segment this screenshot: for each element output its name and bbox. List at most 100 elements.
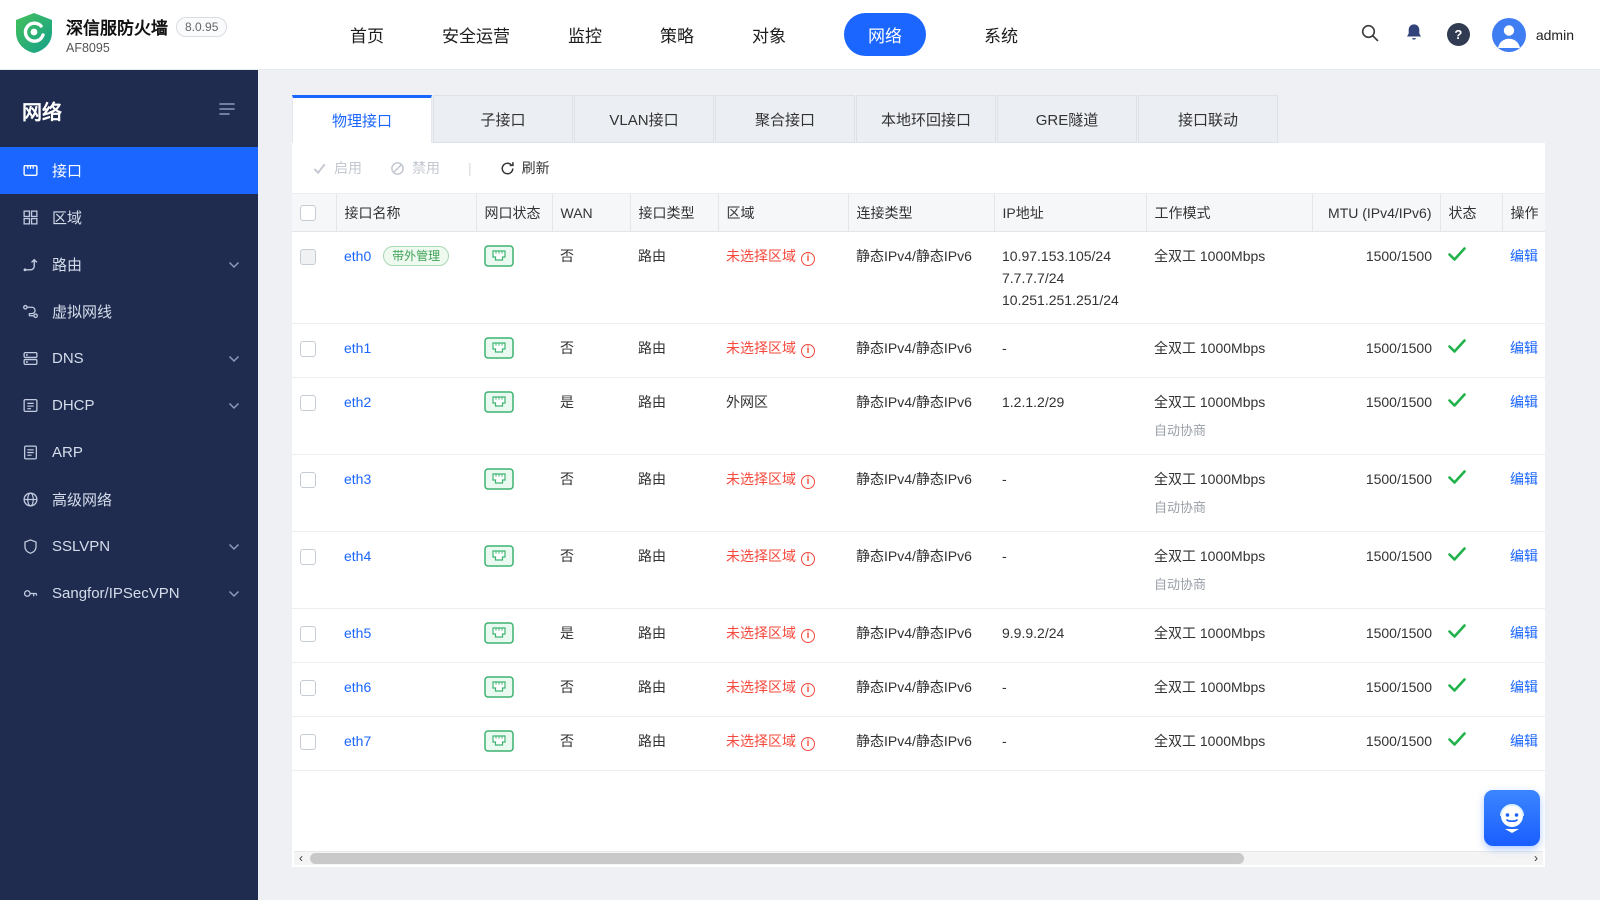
sidebar-item-dhcp[interactable]: DHCP — [0, 382, 258, 429]
zone-value: 未选择区域 — [726, 679, 796, 695]
edit-link[interactable]: 编辑 — [1510, 394, 1538, 410]
zone-alert-icon[interactable]: i — [801, 552, 815, 566]
mtu-value: 1500/1500 — [1312, 454, 1440, 532]
row-checkbox[interactable] — [300, 626, 316, 643]
tab-loopback-interface[interactable]: 本地环回接口 — [856, 95, 996, 143]
interface-name-link[interactable]: eth1 — [344, 340, 371, 356]
nav-item-policy[interactable]: 策略 — [660, 13, 694, 56]
username[interactable]: admin — [1536, 27, 1574, 43]
app-title: 深信服防火墙 — [66, 19, 168, 38]
edit-link[interactable]: 编辑 — [1510, 679, 1538, 695]
nav-item-security-ops[interactable]: 安全运营 — [442, 13, 510, 56]
horizontal-scrollbar[interactable]: ‹ › — [294, 851, 1543, 865]
port-status-icon — [484, 391, 514, 416]
interface-name-link[interactable]: eth7 — [344, 733, 371, 749]
port-status-icon — [484, 730, 514, 755]
chevron-down-icon — [228, 355, 240, 362]
row-checkbox[interactable] — [300, 341, 316, 358]
zone-alert-icon[interactable]: i — [801, 683, 815, 697]
tab-aggregate-interface[interactable]: 聚合接口 — [715, 95, 855, 143]
ip-address-cell: - — [994, 662, 1146, 717]
zone-icon — [23, 210, 38, 225]
edit-link[interactable]: 编辑 — [1510, 625, 1538, 641]
row-checkbox[interactable] — [300, 549, 316, 566]
edit-link[interactable]: 编辑 — [1510, 340, 1538, 356]
brand-text: 深信服防火墙 8.0.95 AF8095 — [66, 14, 228, 55]
assistant-mascot-icon — [1500, 804, 1524, 833]
work-mode-cell: 全双工 1000Mbps 自动协商 — [1146, 377, 1312, 455]
table-row: eth6 否 路由 未选择区域 i 静态IPv4/静态IPv6 - 全双工 100… — [292, 662, 1545, 717]
port-status-icon — [484, 676, 514, 701]
table-row: eth0 带外管理 否 路由 未选择区域 i 静态IPv4/静态IPv6 10.9… — [292, 231, 1545, 324]
sidebar-item-zone[interactable]: 区域 — [0, 194, 258, 241]
sidebar-item-advanced-network[interactable]: 高级网络 — [0, 476, 258, 523]
nav-item-objects[interactable]: 对象 — [752, 13, 786, 56]
mtu-value: 1500/1500 — [1312, 377, 1440, 455]
sidebar-item-interface[interactable]: 接口 — [0, 147, 258, 194]
edit-link[interactable]: 编辑 — [1510, 248, 1538, 264]
interface-name-link[interactable]: eth0 — [344, 248, 371, 264]
row-checkbox[interactable] — [300, 472, 316, 489]
enable-button: 启用 — [312, 158, 362, 178]
interface-name-link[interactable]: eth3 — [344, 471, 371, 487]
wan-value: 是 — [552, 608, 630, 663]
table-row: eth2 是 路由 外网区 静态IPv4/静态IPv6 1.2.1.2/29 全… — [292, 377, 1545, 455]
select-all-checkbox[interactable] — [300, 205, 316, 222]
tab-vlan-interface[interactable]: VLAN接口 — [574, 95, 714, 143]
sidebar-item-ipsecvpn[interactable]: Sangfor/IPSecVPN — [0, 570, 258, 617]
sidebar-item-route[interactable]: 路由 — [0, 241, 258, 288]
interface-type-value: 路由 — [630, 454, 718, 532]
notifications-bell-icon[interactable] — [1403, 22, 1425, 47]
assistant-button[interactable] — [1484, 790, 1540, 846]
col-zone: 区域 — [717, 193, 848, 232]
scroll-right-arrow-icon[interactable]: › — [1529, 852, 1543, 865]
collapse-sidebar-icon[interactable] — [218, 101, 236, 120]
search-icon[interactable] — [1359, 22, 1381, 47]
sidebar-item-dns[interactable]: DNS — [0, 335, 258, 382]
sidebar-item-arp[interactable]: ARP — [0, 429, 258, 476]
work-mode-cell: 全双工 1000Mbps 自动协商 — [1146, 531, 1312, 609]
nav-item-home[interactable]: 首页 — [350, 13, 384, 56]
scrollbar-thumb[interactable] — [310, 853, 1244, 864]
tab-physical-interface[interactable]: 物理接口 — [292, 95, 432, 143]
zone-alert-icon[interactable]: i — [801, 252, 815, 266]
wan-value: 否 — [552, 531, 630, 609]
tab-sub-interface[interactable]: 子接口 — [433, 95, 573, 143]
nav-item-system[interactable]: 系统 — [984, 13, 1018, 56]
help-icon[interactable]: ? — [1446, 23, 1470, 46]
edit-link[interactable]: 编辑 — [1510, 548, 1538, 564]
wan-value: 否 — [552, 323, 630, 378]
auto-negotiate-label: 自动协商 — [1154, 577, 1207, 592]
port-status-icon — [484, 245, 514, 270]
interface-panel: 启用 禁用 | 刷新 接口名称 网口状态 WAN 接口类型 区域 连接类型 IP… — [292, 143, 1545, 867]
edit-link[interactable]: 编辑 — [1510, 733, 1538, 749]
version-badge: 8.0.95 — [176, 16, 228, 37]
zone-alert-icon[interactable]: i — [801, 344, 815, 358]
globe-icon — [23, 492, 38, 507]
zone-alert-icon[interactable]: i — [801, 629, 815, 643]
edit-link[interactable]: 编辑 — [1510, 471, 1538, 487]
mtu-value: 1500/1500 — [1312, 608, 1440, 663]
scroll-left-arrow-icon[interactable]: ‹ — [294, 852, 308, 865]
zone-alert-icon[interactable]: i — [801, 737, 815, 751]
sidebar-item-virtual-wire[interactable]: 虚拟网线 — [0, 288, 258, 335]
nav-item-monitor[interactable]: 监控 — [568, 13, 602, 56]
tab-interface-linkage[interactable]: 接口联动 — [1138, 95, 1278, 143]
row-checkbox[interactable] — [300, 734, 316, 751]
row-checkbox[interactable] — [300, 395, 316, 412]
connection-type-value: 静态IPv4/静态IPv6 — [848, 323, 994, 378]
row-checkbox[interactable] — [300, 680, 316, 697]
zone-alert-icon[interactable]: i — [801, 475, 815, 489]
col-mtu: MTU (IPv4/IPv6) — [1311, 193, 1440, 232]
interface-name-link[interactable]: eth6 — [344, 679, 371, 695]
tab-gre-tunnel[interactable]: GRE隧道 — [997, 95, 1137, 143]
interface-name-link[interactable]: eth2 — [344, 394, 371, 410]
refresh-button[interactable]: 刷新 — [500, 158, 550, 178]
nav-item-network[interactable]: 网络 — [844, 13, 926, 56]
avatar[interactable] — [1491, 17, 1526, 52]
interface-name-link[interactable]: eth5 — [344, 625, 371, 641]
col-interface-type: 接口类型 — [629, 193, 718, 232]
mtu-value: 1500/1500 — [1312, 531, 1440, 609]
interface-name-link[interactable]: eth4 — [344, 548, 371, 564]
sidebar-item-sslvpn[interactable]: SSLVPN — [0, 523, 258, 570]
